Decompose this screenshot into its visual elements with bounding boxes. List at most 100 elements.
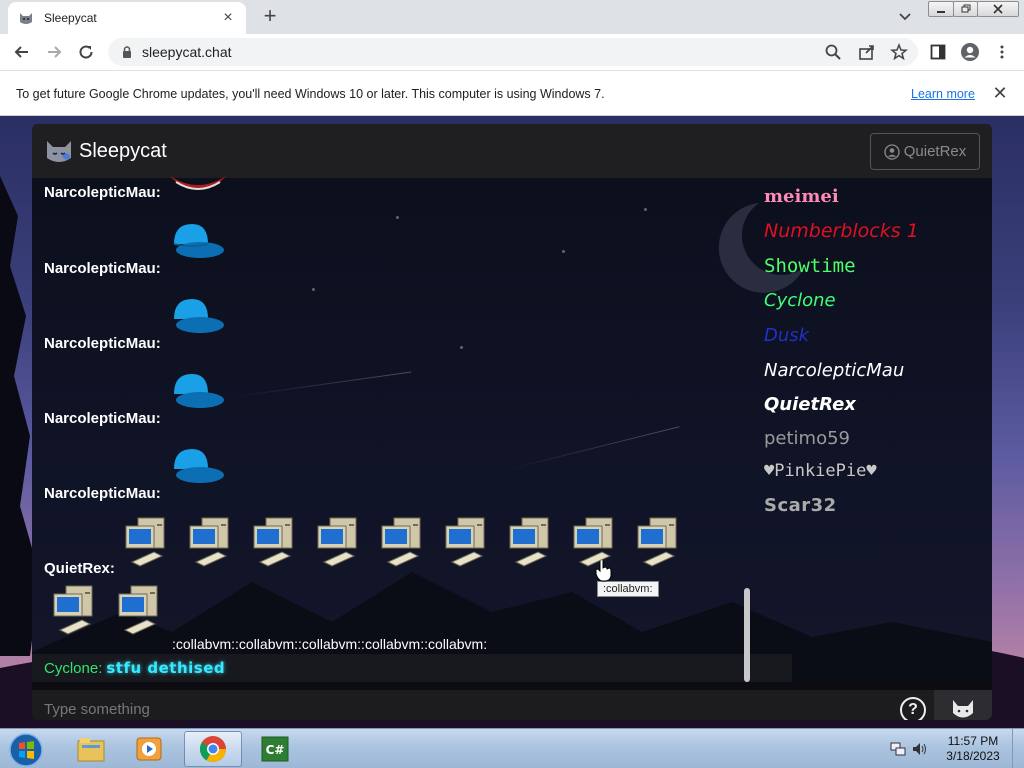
user-list-item[interactable]: petimo59 (764, 428, 850, 449)
red-object-icon (170, 176, 226, 190)
star-decoration (396, 216, 399, 219)
app-header: Sleepycat QuietRex (32, 124, 992, 178)
help-button[interactable]: ? (900, 697, 926, 720)
new-tab-button[interactable]: + (258, 5, 282, 29)
tab-close-icon[interactable]: × (220, 9, 236, 27)
browser-tab[interactable]: Sleepycat × (8, 2, 246, 34)
windows-taskbar: C# 11:57 PM 3/18/2023 (0, 728, 1024, 768)
sleepycat-favicon-icon (20, 13, 32, 24)
svg-text:C#: C# (266, 743, 285, 757)
star-decoration (460, 346, 463, 349)
network-icon[interactable] (890, 741, 906, 757)
chat-scrollbar[interactable] (744, 588, 750, 682)
show-desktop-button[interactable] (1012, 729, 1024, 768)
computer-icon[interactable] (188, 516, 236, 568)
taskbar-csharp[interactable]: C# (246, 731, 304, 767)
message-text: stfu dethised (106, 659, 226, 677)
computer-icon[interactable] (316, 516, 364, 568)
window-restore-button[interactable] (953, 1, 978, 17)
chrome-menu-button[interactable] (990, 40, 1014, 64)
star-decoration (562, 250, 565, 253)
infobar-message: To get future Google Chrome updates, you… (16, 87, 605, 101)
reload-icon (79, 45, 93, 59)
user-list-item[interactable]: QuietRex (764, 394, 856, 415)
clock-date: 3/18/2023 (946, 749, 1000, 763)
star-decoration (644, 208, 647, 211)
app-title: Sleepycat (79, 139, 167, 162)
meteor-decoration (504, 426, 680, 471)
computer-icon[interactable] (117, 584, 165, 636)
chrome-icon (199, 736, 227, 763)
address-bar[interactable]: sleepycat.chat (108, 38, 918, 66)
emoji-shortcode-text: :collabvm::collabvm::collabvm::collabvm:… (172, 636, 488, 652)
computer-icon[interactable] (508, 516, 556, 568)
reload-button[interactable] (74, 40, 98, 64)
computer-icon[interactable] (444, 516, 492, 568)
minimize-icon (937, 11, 945, 13)
emoji-tooltip: :collabvm: (597, 581, 659, 597)
window-close-button[interactable] (977, 1, 1019, 17)
taskbar-explorer[interactable] (62, 731, 120, 767)
share-icon[interactable] (858, 43, 876, 61)
message-sender[interactable]: NarcolepticMau: (44, 260, 161, 277)
cat-icon (953, 700, 973, 718)
lock-icon[interactable] (120, 45, 134, 59)
taskbar-media-player[interactable] (120, 731, 178, 767)
blue-cap-icon (173, 224, 224, 258)
computer-icon[interactable] (380, 516, 428, 568)
forward-button[interactable] (42, 40, 66, 64)
update-infobar: To get future Google Chrome updates, you… (0, 70, 1024, 116)
window-minimize-button[interactable] (928, 1, 954, 17)
user-list-item[interactable]: NarcolepticMau (764, 360, 904, 381)
infobar-close-icon[interactable]: ✕ (990, 83, 1010, 104)
user-list-item[interactable]: Numberblocks 1 (764, 220, 919, 242)
chat-app: Sleepycat QuietRex NarcolepticMau: Narco… (32, 124, 992, 720)
message-sender[interactable]: NarcolepticMau: (44, 184, 161, 201)
back-button[interactable] (10, 40, 34, 64)
message-sender[interactable]: Cyclone: (44, 660, 102, 677)
current-user-name: QuietRex (903, 143, 967, 160)
profile-avatar-icon (961, 43, 979, 61)
taskbar-chrome[interactable] (184, 731, 242, 767)
chat-input-bar (32, 690, 934, 720)
computer-icon[interactable] (52, 584, 100, 636)
user-circle-icon (884, 143, 900, 160)
user-list-item[interactable]: Showtime (764, 255, 856, 277)
profile-button[interactable] (958, 40, 982, 64)
user-list-item[interactable]: Scar32 (764, 495, 837, 516)
message-sender[interactable]: NarcolepticMau: (44, 485, 161, 502)
kebab-menu-icon (1000, 45, 1004, 59)
user-list-item[interactable]: ♥PinkiePie♥ (764, 461, 877, 481)
message-sender[interactable]: QuietRex: (44, 560, 115, 577)
start-button[interactable] (4, 731, 48, 768)
blue-cap-icon (174, 299, 224, 333)
chat-message-input[interactable] (44, 700, 864, 718)
user-list-item[interactable]: meimei (764, 186, 839, 207)
computer-icon[interactable] (572, 516, 620, 568)
current-user-button[interactable]: QuietRex (870, 133, 980, 170)
side-panel-icon (930, 44, 946, 60)
url-text: sleepycat.chat (142, 44, 232, 60)
computer-icon[interactable] (252, 516, 300, 568)
blue-cap-icon (174, 449, 224, 483)
search-icon[interactable] (824, 43, 842, 61)
message-sender[interactable]: NarcolepticMau: (44, 335, 161, 352)
learn-more-link[interactable]: Learn more (911, 87, 975, 101)
system-clock[interactable]: 11:57 PM 3/18/2023 (940, 734, 1006, 764)
user-list-item[interactable]: Cyclone (764, 290, 836, 311)
arrow-right-icon (48, 46, 62, 58)
user-list-item[interactable]: Dusk (764, 325, 809, 346)
csharp-icon: C# (261, 736, 289, 762)
chevron-down-icon[interactable] (896, 7, 914, 25)
page-background: Sleepycat QuietRex NarcolepticMau: Narco… (0, 116, 1024, 728)
side-panel-button[interactable] (926, 40, 950, 64)
message-sender[interactable]: NarcolepticMau: (44, 410, 161, 427)
computer-icon[interactable] (636, 516, 684, 568)
send-button[interactable] (934, 690, 992, 720)
clock-time: 11:57 PM (947, 734, 999, 748)
bookmark-star-icon[interactable] (890, 43, 908, 61)
volume-icon[interactable] (912, 741, 928, 757)
computer-icon[interactable] (124, 516, 172, 568)
restore-icon (961, 4, 970, 13)
tab-title: Sleepycat (44, 11, 97, 25)
